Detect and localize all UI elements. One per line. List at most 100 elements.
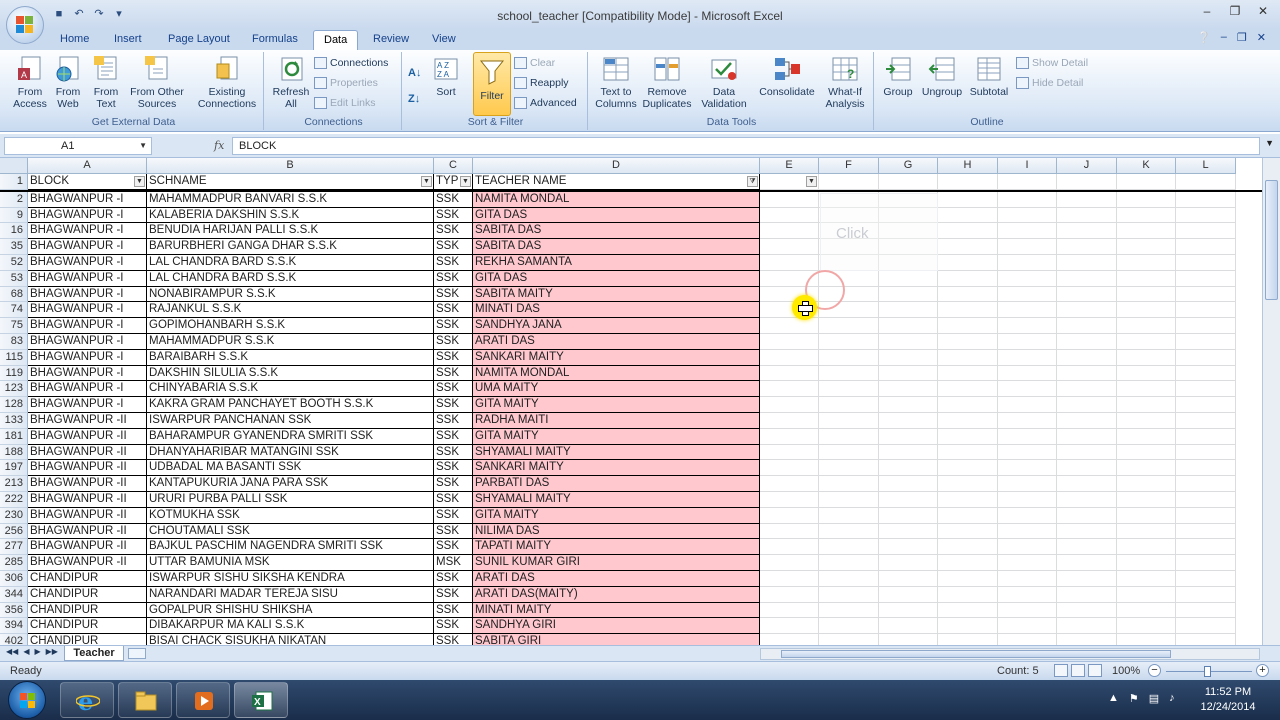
- cell-block[interactable]: BHAGWANPUR -I: [28, 318, 147, 334]
- start-button[interactable]: [8, 681, 46, 719]
- empty-cell[interactable]: [1176, 381, 1236, 398]
- row-number[interactable]: 53: [0, 270, 28, 287]
- from-access-button[interactable]: A From Access: [10, 54, 50, 110]
- empty-cell[interactable]: [760, 365, 819, 382]
- cell-type[interactable]: SSK: [434, 381, 473, 398]
- cell-type[interactable]: SSK: [434, 602, 473, 619]
- empty-cell[interactable]: [1117, 318, 1176, 334]
- empty-cell[interactable]: [760, 207, 819, 224]
- filter-active-icon[interactable]: ⧩: [747, 176, 758, 187]
- empty-cell[interactable]: [879, 428, 938, 445]
- cell-teacher-name[interactable]: GITA MAITY: [473, 507, 760, 524]
- cell-teacher-name[interactable]: RADHA MAITI: [473, 413, 760, 429]
- row-number[interactable]: 394: [0, 618, 28, 635]
- cell-school-name[interactable]: CHINYABARIA S.S.K: [147, 381, 434, 398]
- cell-teacher-name[interactable]: ARATI DAS(MAITY): [473, 586, 760, 603]
- empty-cell[interactable]: [760, 571, 819, 587]
- page-layout-view-icon[interactable]: [1071, 664, 1085, 677]
- empty-cell[interactable]: [760, 381, 819, 398]
- cell-teacher-name[interactable]: SABITA MAITY: [473, 286, 760, 303]
- maximize-button[interactable]: ❐: [1228, 4, 1242, 18]
- cell-teacher-name[interactable]: SANKARI MAITY: [473, 460, 760, 477]
- empty-cell[interactable]: [1057, 381, 1117, 398]
- empty-cell[interactable]: [938, 207, 998, 224]
- empty-cell[interactable]: [819, 539, 879, 556]
- zoom-level[interactable]: 100%: [1112, 665, 1140, 677]
- empty-cell[interactable]: [760, 555, 819, 571]
- empty-cell[interactable]: [819, 428, 879, 445]
- column-header-d[interactable]: D: [473, 158, 760, 174]
- row-number[interactable]: 74: [0, 302, 28, 319]
- cell-school-name[interactable]: NONABIRAMPUR S.S.K: [147, 286, 434, 303]
- empty-cell[interactable]: [819, 602, 879, 619]
- cell-school-name[interactable]: URURI PURBA PALLI SSK: [147, 492, 434, 508]
- empty-cell[interactable]: [1176, 174, 1236, 190]
- empty-cell[interactable]: [998, 523, 1057, 540]
- cell-block[interactable]: BHAGWANPUR -I: [28, 381, 147, 398]
- empty-cell[interactable]: [879, 492, 938, 508]
- tab-insert[interactable]: Insert: [104, 30, 152, 50]
- empty-cell[interactable]: [938, 318, 998, 334]
- empty-cell[interactable]: [998, 174, 1057, 190]
- empty-cell[interactable]: [938, 270, 998, 287]
- last-sheet-icon[interactable]: ▶▶: [46, 647, 58, 656]
- row-number[interactable]: 306: [0, 571, 28, 587]
- empty-cell[interactable]: [998, 460, 1057, 477]
- cell-school-name[interactable]: DIBAKARPUR MA KALI S.S.K: [147, 618, 434, 635]
- filter-dropdown-icon[interactable]: ▼: [421, 176, 432, 187]
- formula-input[interactable]: BLOCK: [232, 137, 1260, 155]
- empty-cell[interactable]: [1057, 174, 1117, 190]
- filter-dropdown-icon[interactable]: ▼: [806, 176, 817, 187]
- empty-cell[interactable]: [1057, 397, 1117, 413]
- empty-cell[interactable]: [819, 555, 879, 571]
- cell-type[interactable]: SSK: [434, 286, 473, 303]
- cell-block[interactable]: BHAGWANPUR -II: [28, 507, 147, 524]
- cell-teacher-name[interactable]: MINATI MAITY: [473, 602, 760, 619]
- empty-cell[interactable]: [938, 460, 998, 477]
- cell-school-name[interactable]: CHOUTAMALI SSK: [147, 523, 434, 540]
- row-number[interactable]: 256: [0, 523, 28, 540]
- column-header-c[interactable]: C: [434, 158, 473, 174]
- cell-block[interactable]: BHAGWANPUR -I: [28, 286, 147, 303]
- empty-cell[interactable]: [1117, 270, 1176, 287]
- sort-a-z-button[interactable]: A↓: [406, 62, 428, 84]
- empty-cell[interactable]: [1117, 223, 1176, 240]
- empty-cell[interactable]: [938, 349, 998, 366]
- empty-cell[interactable]: [760, 413, 819, 429]
- filter-dropdown-icon[interactable]: ▼: [460, 176, 471, 187]
- empty-cell[interactable]: [1057, 428, 1117, 445]
- column-header-h[interactable]: H: [938, 158, 998, 174]
- empty-cell[interactable]: [1176, 492, 1236, 508]
- empty-cell[interactable]: [1117, 381, 1176, 398]
- what-if-analysis-button[interactable]: ? What-If Analysis: [820, 54, 870, 110]
- empty-cell[interactable]: [938, 618, 998, 635]
- empty-cell[interactable]: [879, 318, 938, 334]
- cell-school-name[interactable]: BENUDIA HARIJAN PALLI S.S.K: [147, 223, 434, 240]
- vertical-scrollbar[interactable]: [1262, 158, 1280, 646]
- empty-cell[interactable]: [938, 334, 998, 350]
- cell-type[interactable]: SSK: [434, 223, 473, 240]
- cell-teacher-name[interactable]: GITA DAS: [473, 207, 760, 224]
- cell-teacher-name[interactable]: UMA MAITY: [473, 381, 760, 398]
- empty-cell[interactable]: [879, 334, 938, 350]
- empty-cell[interactable]: [1176, 413, 1236, 429]
- empty-cell[interactable]: [998, 413, 1057, 429]
- empty-cell[interactable]: [1117, 428, 1176, 445]
- cell-type[interactable]: SSK: [434, 618, 473, 635]
- empty-cell[interactable]: [819, 571, 879, 587]
- consolidate-button[interactable]: Consolidate: [756, 54, 818, 98]
- tab-page-layout[interactable]: Page Layout: [158, 30, 240, 50]
- empty-cell[interactable]: [1117, 349, 1176, 366]
- row-number[interactable]: 115: [0, 349, 28, 366]
- row-number[interactable]: 277: [0, 539, 28, 556]
- empty-cell[interactable]: [998, 428, 1057, 445]
- empty-cell[interactable]: [879, 349, 938, 366]
- empty-cell[interactable]: [1176, 444, 1236, 461]
- row-number[interactable]: 2: [0, 191, 28, 208]
- empty-cell[interactable]: [1057, 460, 1117, 477]
- empty-cell[interactable]: [760, 492, 819, 508]
- empty-cell[interactable]: [1176, 349, 1236, 366]
- empty-cell[interactable]: [1117, 571, 1176, 587]
- show-hidden-icons-icon[interactable]: ▲: [1108, 692, 1119, 705]
- empty-cell[interactable]: [1117, 397, 1176, 413]
